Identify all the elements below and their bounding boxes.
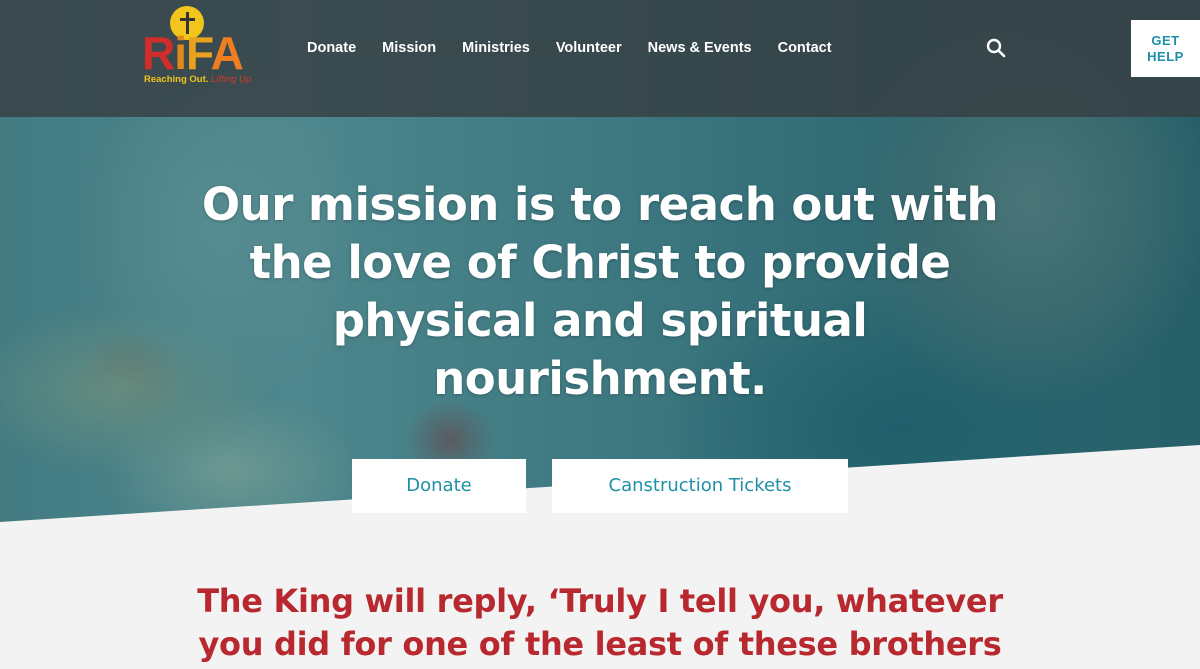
nav-ministries[interactable]: Ministries — [462, 38, 530, 58]
logo-letter-a: A — [210, 27, 244, 79]
logo-letter-f: F — [186, 27, 212, 79]
logo-letter-r: R — [142, 27, 175, 79]
nav-contact[interactable]: Contact — [778, 38, 832, 58]
logo-tagline: Reaching Out. Lifting Up — [144, 74, 251, 85]
logo-letter-i: i — [174, 27, 187, 79]
main-nav: Donate Mission Ministries Volunteer News… — [307, 38, 858, 58]
rifa-logo[interactable]: RiFA Reaching Out. Lifting Up — [142, 4, 272, 90]
logo-tagline-accent: Lifting Up — [211, 74, 252, 85]
mission-heading: Our mission is to reach out with the lov… — [201, 178, 999, 405]
page: RiFA Reaching Out. Lifting Up Donate Mis… — [0, 0, 1200, 669]
get-help-line2: HELP — [1147, 49, 1184, 64]
cross-horizontal — [180, 18, 195, 21]
logo-tagline-main: Reaching Out. — [144, 74, 209, 85]
nav-donate[interactable]: Donate — [307, 38, 356, 58]
get-help-line1: GET — [1151, 33, 1180, 48]
get-help-button[interactable]: GET HELP — [1131, 20, 1200, 77]
nav-volunteer[interactable]: Volunteer — [556, 38, 622, 58]
search-icon[interactable] — [986, 38, 1006, 58]
nav-news-events[interactable]: News & Events — [648, 38, 752, 58]
logo-wordmark: RiFA — [142, 27, 244, 79]
nav-mission[interactable]: Mission — [382, 38, 436, 58]
scripture-verse: The King will reply, ‘Truly I tell you, … — [197, 582, 1003, 663]
donate-button[interactable]: Donate — [352, 459, 526, 513]
canstruction-tickets-button[interactable]: Canstruction Tickets — [552, 459, 848, 513]
